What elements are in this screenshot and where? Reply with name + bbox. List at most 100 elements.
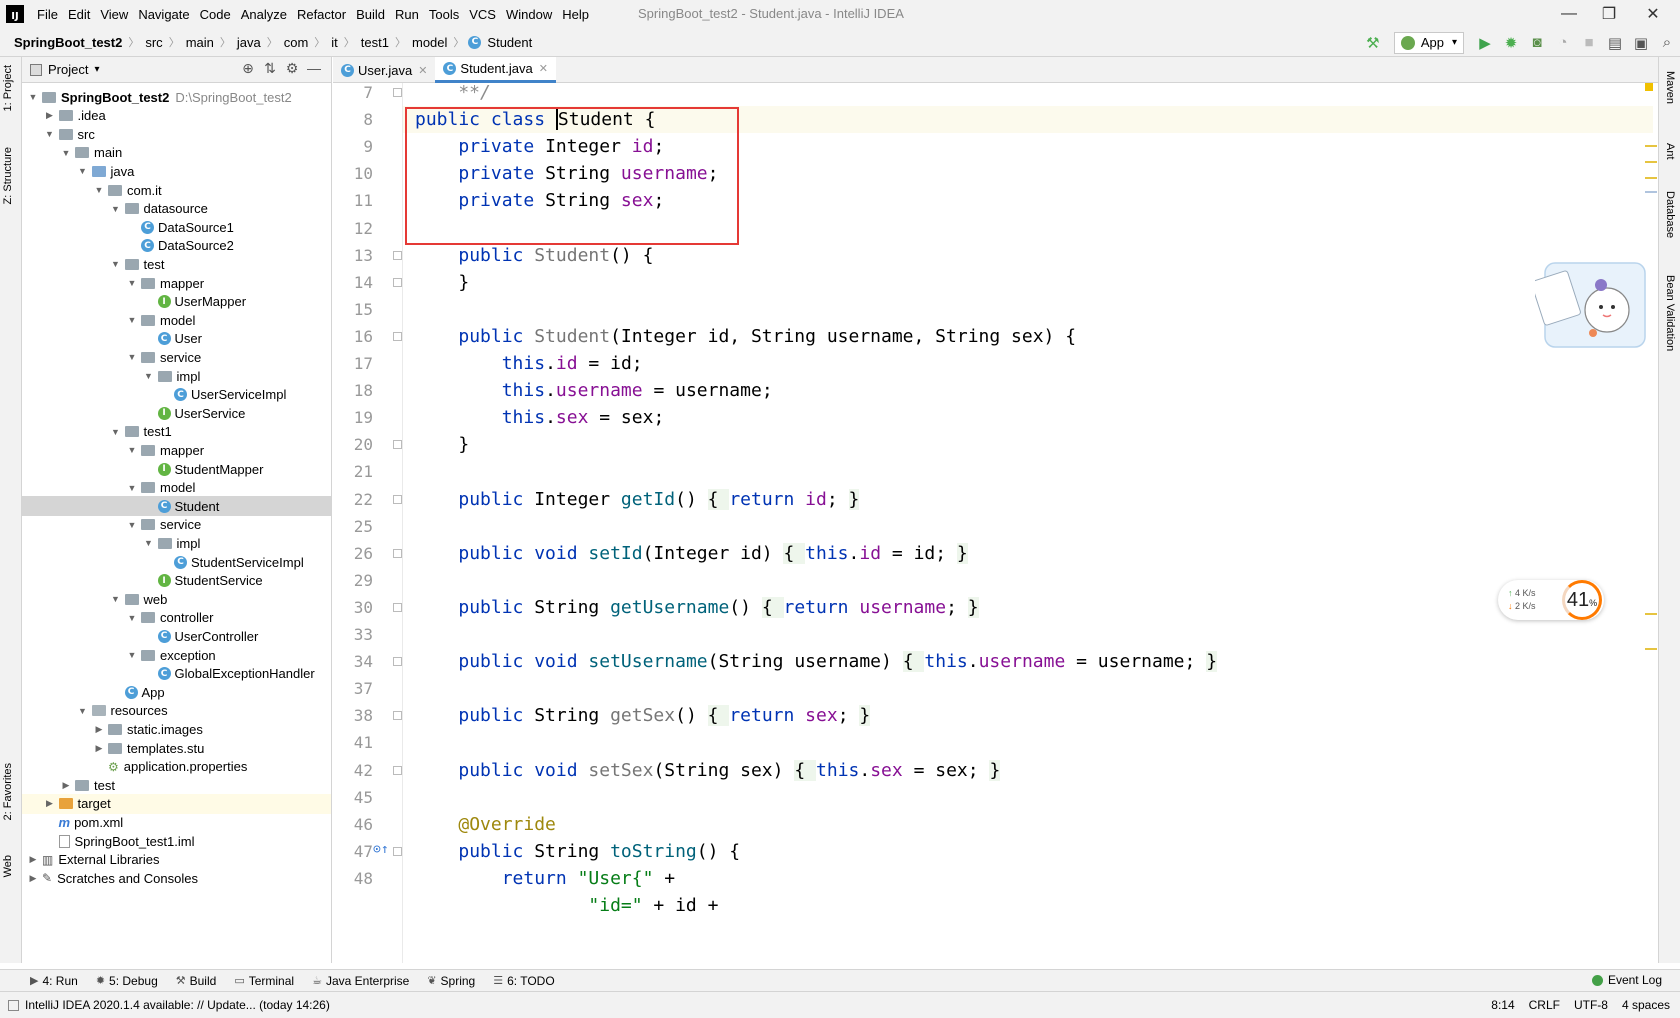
tab-structure[interactable]: Z: Structure [2, 147, 14, 204]
tree-item[interactable]: ▼ controller [22, 608, 331, 628]
file-encoding[interactable]: UTF-8 [1574, 998, 1608, 1012]
code-editor[interactable]: 7 8 9 10 11 12 13 14 15 16 17 18 19 20 21 22 25 26 29 30 33 3… [333, 83, 1658, 963]
code-line[interactable] [403, 675, 1653, 702]
code-line[interactable] [403, 567, 1653, 594]
stripe-mark[interactable] [1645, 161, 1657, 163]
menu-window[interactable]: Window [501, 7, 557, 22]
code-line[interactable] [403, 729, 1653, 756]
fold-marker-icon[interactable] [393, 331, 402, 341]
collapsed-arrow-icon[interactable]: ▶ [43, 798, 57, 809]
tab-favorites[interactable]: 2: Favorites [2, 763, 14, 820]
expanded-arrow-icon[interactable]: ▼ [59, 148, 73, 158]
tab-user-java[interactable]: C User.java ✕ [333, 57, 435, 83]
expanded-arrow-icon[interactable]: ▼ [125, 520, 139, 530]
tree-item[interactable]: ▼ main [22, 143, 331, 163]
code-line[interactable]: public class Student { [403, 106, 1653, 134]
project-structure-icon[interactable]: ▤ [1603, 31, 1627, 55]
tree-item[interactable]: C DataSource2 [22, 236, 331, 256]
tree-item[interactable]: I UserMapper [22, 292, 331, 312]
tree-item[interactable]: ▼ model [22, 478, 331, 498]
code-line[interactable]: this.sex = sex; [403, 404, 1653, 431]
tree-item[interactable]: ▼ impl [22, 533, 331, 553]
tree-item[interactable]: ▼ impl [22, 366, 331, 386]
menu-refactor[interactable]: Refactor [292, 7, 351, 22]
stripe-mark[interactable] [1645, 145, 1657, 147]
expanded-arrow-icon[interactable]: ▼ [125, 613, 139, 623]
expanded-arrow-icon[interactable]: ▼ [125, 278, 139, 288]
collapsed-arrow-icon[interactable]: ▶ [59, 780, 73, 791]
tab-project[interactable]: 1: Project [2, 65, 14, 111]
fold-marker-icon[interactable] [393, 548, 402, 558]
code-line[interactable]: private Integer id; [403, 133, 1653, 160]
fold-marker-icon[interactable] [393, 277, 402, 287]
expanded-arrow-icon[interactable]: ▼ [125, 483, 139, 493]
tree-item[interactable]: C UserController [22, 626, 331, 646]
code-line[interactable]: public Integer getId() { return id; } [403, 486, 1653, 513]
tree-item[interactable]: SpringBoot_test1.iml [22, 831, 331, 851]
tree-item[interactable]: ▼ mapper [22, 273, 331, 293]
code-line[interactable] [403, 296, 1653, 323]
breadcrumb-item[interactable]: test1 [359, 35, 391, 50]
code-line[interactable]: public String getUsername() { return use… [403, 594, 1653, 621]
code-line[interactable]: **/ [403, 83, 1653, 106]
menu-navigate[interactable]: Navigate [133, 7, 194, 22]
code-line[interactable]: } [403, 431, 1653, 458]
tree-item[interactable]: ▼ com.it [22, 180, 331, 200]
collapsed-arrow-icon[interactable]: ▶ [43, 110, 57, 121]
tree-item[interactable]: ▼ model [22, 310, 331, 330]
collapsed-arrow-icon[interactable]: ▶ [92, 724, 106, 735]
code-line[interactable]: } [403, 269, 1653, 296]
tree-item[interactable]: I UserService [22, 403, 331, 423]
menu-help[interactable]: Help [557, 7, 594, 22]
tool-debug[interactable]: ✹ 5: Debug [96, 974, 158, 988]
tool-run[interactable]: ▶ 4: Run [30, 974, 78, 988]
breadcrumb-item[interactable]: C Student [468, 35, 534, 50]
tree-item[interactable]: ▼ test1 [22, 422, 331, 442]
profile-icon[interactable]: ◔ [1551, 31, 1575, 55]
breadcrumb-item[interactable]: model [410, 35, 449, 50]
tool-java-enterprise[interactable]: ☕ Java Enterprise [312, 974, 409, 988]
gear-icon[interactable]: ⚙ [281, 60, 303, 77]
tab-student-java[interactable]: C Student.java ✕ [435, 57, 556, 83]
code-line[interactable]: return "User{" + [403, 865, 1653, 892]
expanded-arrow-icon[interactable]: ▼ [109, 259, 123, 269]
collapsed-arrow-icon[interactable]: ▶ [26, 854, 40, 865]
code-line[interactable] [403, 621, 1653, 648]
tree-item[interactable]: ▼ resources [22, 701, 331, 721]
project-panel-title[interactable]: Project [48, 62, 88, 77]
tree-item[interactable]: C Student [22, 496, 331, 517]
coverage-icon[interactable]: ◙ [1525, 31, 1549, 55]
tree-item[interactable]: m pom.xml [22, 812, 331, 832]
tree-item[interactable]: I StudentService [22, 571, 331, 591]
code-line[interactable]: public void setId(Integer id) { this.id … [403, 540, 1653, 567]
fold-marker-icon[interactable] [393, 440, 402, 450]
tree-item[interactable]: ▶ test [22, 775, 331, 795]
code-line[interactable]: public void setUsername(String username)… [403, 648, 1653, 675]
menu-vcs[interactable]: VCS [464, 7, 501, 22]
expanded-arrow-icon[interactable]: ▼ [142, 371, 156, 381]
breadcrumb-item[interactable]: java [235, 35, 263, 50]
stop-icon[interactable]: ■ [1577, 31, 1601, 55]
stripe-mark[interactable] [1645, 191, 1657, 193]
fold-marker-icon[interactable] [393, 494, 402, 504]
fold-marker-icon[interactable] [393, 711, 402, 721]
expanded-arrow-icon[interactable]: ▼ [109, 204, 123, 214]
status-toggle-icon[interactable] [8, 999, 19, 1011]
tool-todo[interactable]: ☰ 6: TODO [493, 974, 554, 988]
code-line[interactable]: private String username; [403, 160, 1653, 187]
tree-item[interactable]: ▼ SpringBoot_test2 D:\SpringBoot_test2 [22, 87, 331, 107]
stripe-mark[interactable] [1645, 613, 1657, 615]
layout-icon[interactable]: ▣ [1629, 31, 1653, 55]
indent-setting[interactable]: 4 spaces [1622, 998, 1670, 1012]
menu-edit[interactable]: Edit [63, 7, 95, 22]
tree-item[interactable]: ▶ ✎ Scratches and Consoles [22, 868, 331, 888]
override-marker-icon[interactable]: ⊙↑ [373, 842, 389, 857]
locate-icon[interactable]: ⊕ [237, 60, 259, 77]
chevron-down-icon[interactable]: ▾ [94, 64, 99, 75]
code-line[interactable]: @Override [403, 811, 1653, 838]
expanded-arrow-icon[interactable]: ▼ [26, 92, 40, 102]
code-line[interactable]: this.username = username; [403, 377, 1653, 404]
stripe-mark[interactable] [1645, 177, 1657, 179]
hide-icon[interactable]: — [303, 60, 325, 77]
expanded-arrow-icon[interactable]: ▼ [109, 594, 123, 604]
